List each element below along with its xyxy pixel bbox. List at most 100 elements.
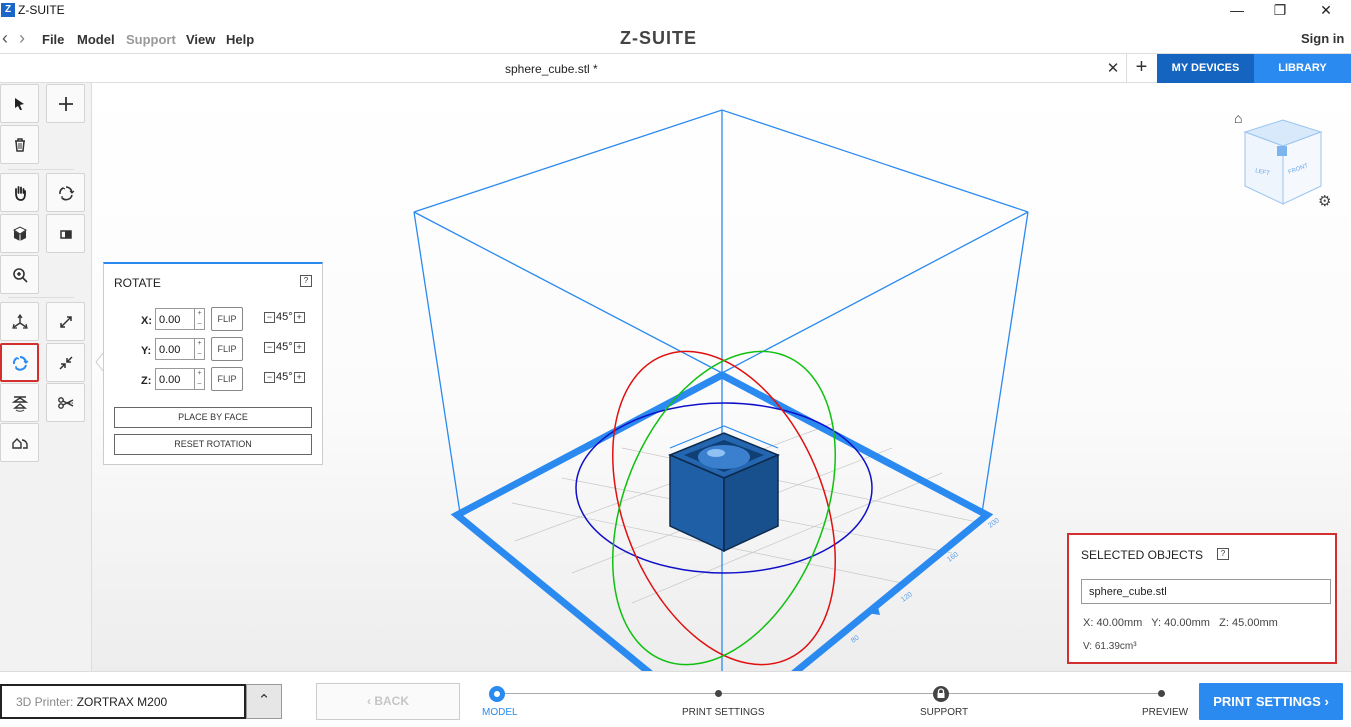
scale-tool[interactable] (46, 302, 85, 341)
spin-down-icon[interactable]: – (195, 379, 204, 389)
nav-forward-icon[interactable]: › (19, 28, 25, 49)
printer-name: ZORTRAX M200 (76, 695, 168, 709)
menu-view[interactable]: View (186, 32, 215, 47)
back-button[interactable]: ‹ BACK (316, 683, 460, 720)
x-decrease-button[interactable]: − (264, 311, 275, 323)
selected-objects-title: SELECTED OBJECTS (1081, 548, 1204, 562)
model-step-marker[interactable] (488, 685, 506, 703)
y-decrease-button[interactable]: − (264, 341, 275, 353)
orbit-tool[interactable] (46, 173, 85, 212)
mirror-tool[interactable] (0, 383, 39, 422)
menu-model[interactable]: Model (77, 32, 115, 47)
lock-icon (933, 686, 949, 702)
app-logo-icon: Z (1, 3, 15, 17)
z-rotation-input[interactable]: 0.00 (155, 368, 195, 390)
bottom-bar: 3D Printer: ZORTRAX M200 ⌃ ‹ BACK MODEL … (0, 671, 1351, 727)
fit-icon (58, 355, 73, 370)
z-rotation-spinner[interactable]: + – (195, 368, 205, 390)
close-tab-icon[interactable]: ✕ (1104, 59, 1122, 77)
place-on-bed-tool[interactable] (0, 423, 39, 462)
cut-tool[interactable] (46, 383, 85, 422)
restore-button[interactable]: ❐ (1257, 0, 1303, 22)
fit-tool[interactable] (46, 343, 85, 382)
z-axis-label: Z: (141, 375, 152, 387)
z-increase-button[interactable]: + (293, 371, 305, 383)
pan-hand-icon (14, 185, 26, 201)
y-axis-label: Y: (141, 345, 152, 357)
z-flip-button[interactable]: FLIP (211, 367, 243, 391)
view-cube[interactable]: LEFT FRONT (1237, 116, 1329, 208)
y-step-value: 45° (276, 341, 293, 353)
place-on-bed-icon (11, 437, 28, 449)
nav-back-icon[interactable]: ‹ (2, 28, 8, 49)
x-step-value: 45° (276, 311, 293, 323)
tool-sidebar (0, 83, 92, 671)
add-model-tool[interactable] (46, 84, 85, 123)
side-view-tool[interactable] (46, 214, 85, 253)
pan-tool[interactable] (0, 173, 39, 212)
mirror-icon (11, 395, 28, 412)
perspective-view-tool[interactable] (0, 214, 39, 253)
printer-dropdown-icon[interactable]: ⌃ (246, 684, 282, 719)
spin-down-icon[interactable]: – (195, 349, 204, 359)
sign-in-link[interactable]: Sign in (1301, 31, 1344, 46)
toolbar-divider (8, 169, 74, 170)
y-increase-button[interactable]: + (293, 341, 305, 353)
y-rotation-input[interactable]: 0.00 (155, 338, 195, 360)
spin-down-icon[interactable]: – (195, 319, 204, 329)
toolbar-divider (8, 297, 74, 298)
z-step-control: − 45° + (264, 371, 305, 383)
my-devices-button[interactable]: MY DEVICES (1157, 54, 1254, 83)
menu-support[interactable]: Support (126, 32, 176, 47)
delete-tool[interactable] (0, 125, 39, 164)
step-support[interactable]: SUPPORT (920, 707, 968, 718)
selected-help-icon[interactable]: ? (1217, 548, 1229, 560)
x-rotation-input[interactable]: 0.00 (155, 308, 195, 330)
rotate-tool[interactable] (0, 343, 39, 382)
menu-bar: ‹ › File Model Support View Help Z-SUITE… (0, 22, 1351, 54)
menu-help[interactable]: Help (226, 32, 254, 47)
bed-tick-label: 120 (900, 591, 914, 603)
menu-file[interactable]: File (42, 32, 64, 47)
print-settings-button[interactable]: PRINT SETTINGS › (1199, 683, 1343, 720)
bed-tick-label: 80 (850, 634, 860, 644)
minimize-button[interactable]: — (1214, 0, 1260, 22)
place-by-face-button[interactable]: PLACE BY FACE (114, 407, 312, 428)
printer-selector[interactable]: 3D Printer: ZORTRAX M200 (0, 684, 246, 719)
view-settings-icon[interactable]: ⚙ (1318, 192, 1331, 210)
z-decrease-button[interactable]: − (264, 371, 275, 383)
selected-object-name[interactable]: sphere_cube.stl (1081, 579, 1331, 604)
move-tool[interactable] (0, 302, 39, 341)
reset-rotation-button[interactable]: RESET ROTATION (114, 434, 312, 455)
x-increase-button[interactable]: + (293, 311, 305, 323)
select-tool[interactable] (0, 84, 39, 123)
step-preview[interactable]: PREVIEW (1142, 707, 1188, 718)
orbit-icon (58, 185, 74, 200)
view-cube-icon (12, 225, 27, 241)
close-window-button[interactable]: ✕ (1303, 0, 1349, 22)
spin-up-icon[interactable]: + (195, 369, 204, 379)
print-settings-step-marker[interactable] (715, 690, 722, 697)
rotate-help-icon[interactable]: ? (300, 275, 312, 287)
library-button[interactable]: LIBRARY (1254, 54, 1351, 83)
spin-up-icon[interactable]: + (195, 309, 204, 319)
file-tab[interactable]: sphere_cube.stl * (505, 62, 598, 76)
sphere-cube-model[interactable] (668, 425, 780, 553)
zoom-tool[interactable] (0, 255, 39, 294)
title-bar: Z Z-SUITE — ❐ ✕ (0, 0, 1351, 22)
step-model[interactable]: MODEL (482, 707, 518, 718)
x-flip-button[interactable]: FLIP (211, 307, 243, 331)
x-step-control: − 45° + (264, 311, 305, 323)
step-print-settings[interactable]: PRINT SETTINGS (682, 707, 765, 718)
preview-step-marker[interactable] (1158, 690, 1165, 697)
bed-tick-label: 200 (987, 517, 1001, 529)
view-side-icon (59, 229, 72, 239)
x-axis-label: X: (141, 315, 152, 327)
spin-up-icon[interactable]: + (195, 339, 204, 349)
move-icon (11, 313, 28, 329)
y-flip-button[interactable]: FLIP (211, 337, 243, 361)
add-tab-button[interactable]: + (1126, 54, 1156, 83)
window-title: Z-SUITE (18, 3, 65, 17)
y-rotation-spinner[interactable]: + – (195, 338, 205, 360)
x-rotation-spinner[interactable]: + – (195, 308, 205, 330)
